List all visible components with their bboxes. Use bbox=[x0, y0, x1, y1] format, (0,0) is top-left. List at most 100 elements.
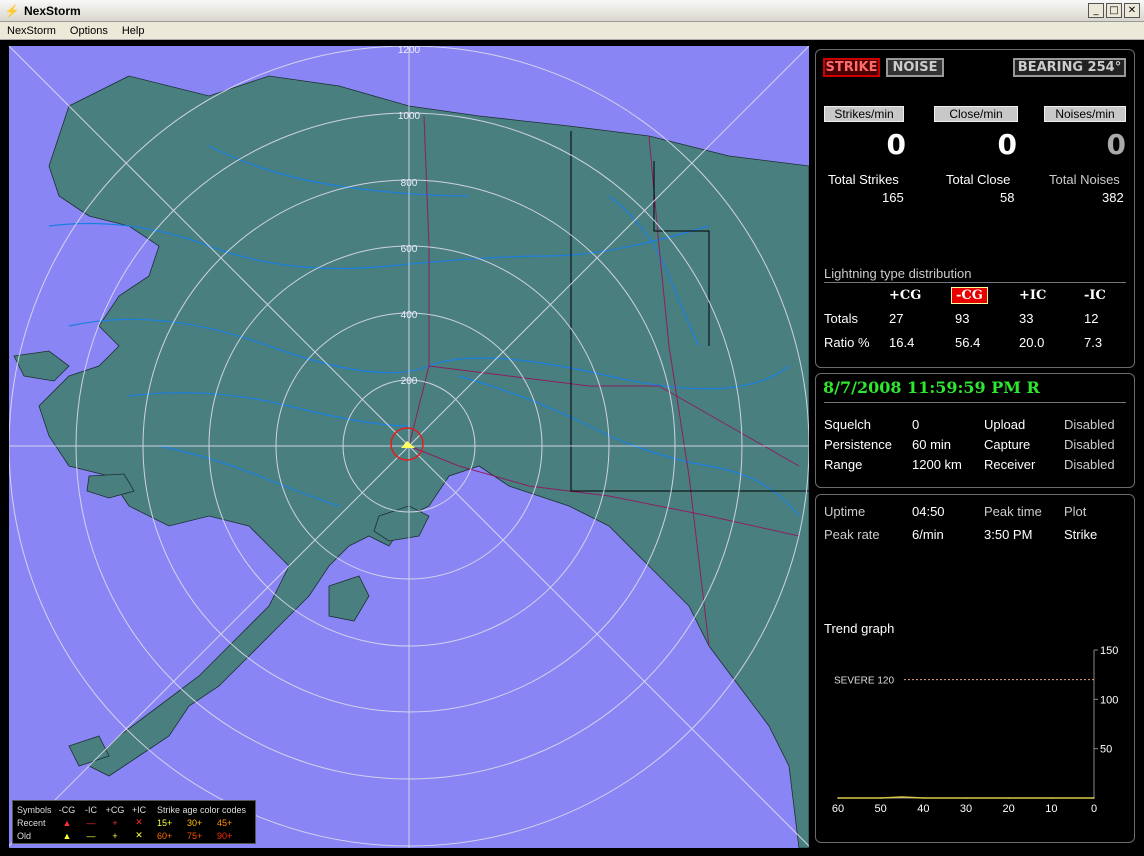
trend-threshold-label: SEVERE 120 bbox=[834, 676, 894, 687]
persistence-value: 60 min bbox=[912, 437, 952, 452]
close-per-min-label: Close/min bbox=[934, 106, 1018, 122]
trend-x-tick-label: 50 bbox=[875, 803, 887, 815]
age-45: 45+ bbox=[217, 817, 233, 828]
distribution-title: Lightning type distribution bbox=[824, 266, 972, 281]
cross-icon: ✕ bbox=[135, 830, 143, 840]
age-30: 30+ bbox=[187, 817, 203, 828]
title-bar: ⚡ NexStorm _ □ ✕ bbox=[0, 0, 1144, 22]
total-close-value: 58 bbox=[1000, 190, 1015, 205]
plus-icon: + bbox=[112, 817, 118, 828]
trend-point bbox=[837, 797, 839, 799]
trend-chart-svg: 60 50 40 30 20 10 015010050SEVERE 120 bbox=[832, 645, 1118, 815]
total-negcg: 93 bbox=[955, 311, 970, 326]
legend-head-poscg: +CG bbox=[105, 804, 125, 815]
total-close-label: Total Close bbox=[946, 172, 1011, 187]
trend-point bbox=[1007, 797, 1010, 799]
negcg-highlight: -CG bbox=[951, 287, 988, 304]
ratio-negcg: 56.4 bbox=[955, 335, 981, 350]
ring-label-800: 800 bbox=[401, 178, 418, 189]
app-icon: ⚡ bbox=[4, 3, 20, 18]
receiver-value: Disabled bbox=[1064, 457, 1115, 472]
total-strikes-value: 165 bbox=[882, 190, 904, 205]
range-value: 1200 km bbox=[912, 457, 962, 472]
divider bbox=[824, 402, 1126, 403]
menu-nexstorm[interactable]: NexStorm bbox=[0, 25, 63, 37]
age-60: 60+ bbox=[157, 830, 173, 841]
noises-per-min-label: Noises/min bbox=[1044, 106, 1126, 122]
ring-label-1200: 1200 bbox=[398, 46, 421, 56]
close-button[interactable]: ✕ bbox=[1124, 3, 1140, 18]
ratio-negic: 7.3 bbox=[1084, 335, 1103, 350]
maximize-button[interactable]: □ bbox=[1106, 3, 1122, 18]
trend-x-tick-label: 10 bbox=[1045, 803, 1057, 815]
total-noises-value: 382 bbox=[1102, 190, 1124, 205]
trend-y-tick-label: 100 bbox=[1100, 694, 1118, 706]
menu-help[interactable]: Help bbox=[115, 25, 152, 37]
col-negic: -IC bbox=[1084, 288, 1106, 303]
upload-value: Disabled bbox=[1064, 417, 1115, 432]
legend-head-negic: -IC bbox=[85, 804, 97, 815]
close-per-min-value: 0 bbox=[997, 128, 1017, 161]
noises-per-min-value: 0 bbox=[1106, 128, 1126, 161]
menu-bar: NexStorm Options Help bbox=[0, 22, 1144, 40]
stats-panel: Uptime 04:50 Peak time Plot Peak rate 6/… bbox=[815, 494, 1135, 843]
status-panel: STRIKE NOISE BEARING 254° Strikes/min Cl… bbox=[815, 49, 1135, 368]
bearing-indicator[interactable]: BEARING 254° bbox=[1013, 58, 1126, 77]
menu-options[interactable]: Options bbox=[63, 25, 115, 37]
legend-symbols-label: Symbols bbox=[17, 804, 52, 815]
trend-x-tick-label: 60 bbox=[832, 803, 844, 815]
cross-icon: ✕ bbox=[135, 817, 143, 827]
divider bbox=[824, 282, 1126, 283]
col-negcg: -CG bbox=[951, 287, 988, 304]
strikes-per-min-label: Strikes/min bbox=[824, 106, 904, 122]
minimize-button[interactable]: _ bbox=[1088, 3, 1104, 18]
triangle-icon: ▲ bbox=[62, 817, 72, 828]
capture-label: Capture bbox=[984, 437, 1031, 452]
trend-point bbox=[922, 797, 925, 799]
strikes-per-min-value: 0 bbox=[886, 128, 906, 161]
window-title: NexStorm bbox=[24, 3, 81, 18]
triangle-icon: ▲ bbox=[62, 830, 72, 841]
trend-point bbox=[879, 797, 882, 799]
trend-x-tick-label: 40 bbox=[917, 803, 929, 815]
ring-label-600: 600 bbox=[401, 244, 418, 255]
ring-label-200: 200 bbox=[401, 376, 418, 387]
map-canvas: 1200 1000 800 600 400 200 bbox=[9, 46, 809, 848]
total-poscg: 27 bbox=[889, 311, 904, 326]
upload-label: Upload bbox=[984, 417, 1026, 432]
ring-label-400: 400 bbox=[401, 310, 418, 321]
lightning-map[interactable]: 1200 1000 800 600 400 200 bbox=[9, 46, 809, 848]
trend-y-tick-label: 150 bbox=[1100, 645, 1118, 657]
total-strikes-label: Total Strikes bbox=[828, 172, 899, 187]
ring-label-1000: 1000 bbox=[398, 111, 421, 122]
noise-indicator[interactable]: NOISE bbox=[886, 58, 944, 77]
capture-value: Disabled bbox=[1064, 437, 1115, 452]
total-posic: 33 bbox=[1019, 311, 1034, 326]
col-poscg: +CG bbox=[889, 288, 922, 303]
legend-head-posic: +IC bbox=[131, 804, 147, 815]
age-15: 15+ bbox=[157, 817, 173, 828]
age-90: 90+ bbox=[217, 830, 233, 841]
trend-point bbox=[965, 797, 967, 799]
trend-y-tick-label: 50 bbox=[1100, 744, 1112, 756]
trend-x-tick-label: 20 bbox=[1003, 803, 1015, 815]
trend-x-tick-label: 0 bbox=[1091, 803, 1097, 815]
ratio-label: Ratio % bbox=[824, 335, 870, 350]
dash-icon: — bbox=[86, 830, 96, 841]
strike-indicator[interactable]: STRIKE bbox=[823, 58, 880, 77]
trend-point bbox=[1093, 797, 1095, 799]
legend-recent-label: Recent bbox=[17, 817, 46, 828]
squelch-label: Squelch bbox=[824, 417, 871, 432]
receiver-label: Receiver bbox=[984, 457, 1036, 472]
range-label: Range bbox=[824, 457, 863, 472]
trend-point bbox=[1050, 797, 1053, 799]
legend-head-negcg: -CG bbox=[58, 804, 76, 815]
symbol-legend: Symbols -CG -IC +CG +IC Strike age color… bbox=[12, 800, 256, 844]
col-posic: +IC bbox=[1019, 288, 1047, 303]
total-negic: 12 bbox=[1084, 311, 1099, 326]
total-noises-label: Total Noises bbox=[1049, 172, 1120, 187]
dash-icon: — bbox=[86, 817, 96, 828]
datetime-display: 8/7/2008 11:59:59 PM R bbox=[823, 378, 1040, 397]
squelch-value: 0 bbox=[912, 417, 920, 432]
persistence-label: Persistence bbox=[824, 437, 892, 452]
